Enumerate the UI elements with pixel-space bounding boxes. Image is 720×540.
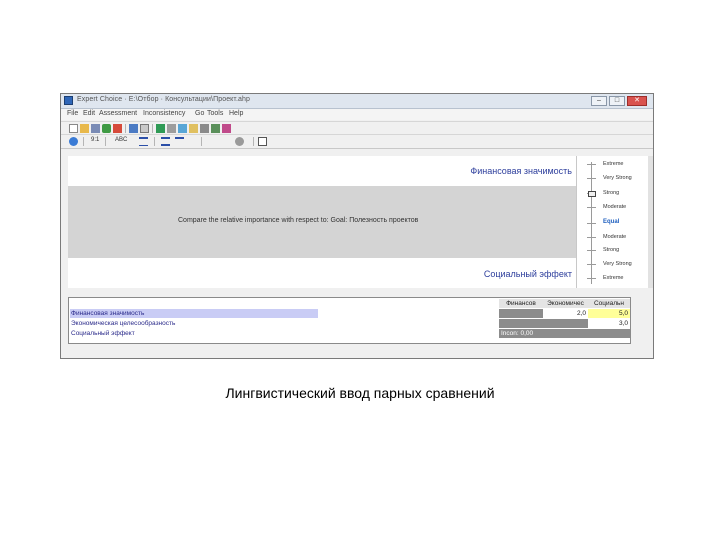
bottom-criterion-area[interactable]: Социальный эффект (68, 258, 576, 288)
scale-item-extreme-bottom[interactable]: Extreme (603, 275, 623, 281)
menu-bar: File Edit Assessment Inconsistency Go To… (61, 109, 653, 120)
matrix-cell-lower (499, 319, 543, 328)
arrow-icon[interactable] (211, 124, 220, 133)
matrix-cell-lower (543, 329, 588, 338)
comparison-matrix: Финансов Экономичес Социальн Финансовая … (68, 297, 631, 344)
matrix-cell-diagonal (499, 309, 543, 318)
menu-edit[interactable]: Edit (83, 110, 95, 117)
matrix-row-label[interactable]: Финансовая значимость (71, 309, 144, 318)
inconsistency-readout: Incon: 0,00 (499, 329, 543, 338)
pin-icon[interactable] (222, 124, 231, 133)
vertical-scrollbar[interactable] (648, 156, 653, 288)
window-title: Expert Choice · E:\Отбор · Консультации\… (77, 96, 250, 103)
verbal-mode-button[interactable]: ABC (115, 137, 127, 143)
slide-caption: Лингвистический ввод парных сравнений (225, 385, 495, 401)
scale-item-strong-bottom[interactable]: Strong (603, 247, 619, 253)
preview-icon[interactable] (140, 124, 149, 133)
scale-item-moderate-bottom[interactable]: Moderate (603, 234, 626, 240)
grid-icon[interactable] (156, 124, 165, 133)
scale-slider-thumb[interactable] (588, 191, 596, 197)
scale-tick (587, 264, 596, 265)
comparison-toolbar: 9:1 ABC (61, 134, 653, 149)
toolbar-separator (253, 137, 254, 146)
toolbar-separator (125, 124, 126, 133)
toolbar-separator (154, 137, 155, 146)
numerical-mode-button[interactable]: 9:1 (91, 137, 99, 143)
maximize-button[interactable]: □ (609, 96, 625, 106)
scale-tick (587, 278, 596, 279)
open-folder-icon[interactable] (80, 124, 89, 133)
menu-help[interactable]: Help (229, 110, 243, 117)
scale-tick (587, 250, 596, 251)
matrix-column-header[interactable]: Социальн (588, 299, 630, 308)
main-toolbar (61, 121, 653, 134)
key-icon[interactable] (189, 124, 198, 133)
matrix-cell-selected[interactable]: 5,0 (588, 309, 630, 318)
top-criterion-area[interactable]: Финансовая значимость (68, 156, 576, 186)
comparison-prompt-band: Compare the relative importance with res… (68, 186, 576, 258)
link-icon[interactable] (69, 137, 78, 146)
toolbar-separator (105, 137, 106, 146)
toolbar-separator (201, 137, 202, 146)
scale-item-extreme-top[interactable]: Extreme (603, 161, 623, 167)
app-window: Expert Choice · E:\Отбор · Консультации\… (60, 93, 654, 359)
menu-go[interactable]: Go (195, 110, 204, 117)
matrix-row-label[interactable]: Социальный эффект (71, 329, 135, 338)
check-icon[interactable] (102, 124, 111, 133)
scale-tick (587, 223, 596, 224)
scale-item-equal[interactable]: Equal (603, 219, 619, 225)
title-bar: Expert Choice · E:\Отбор · Консультации\… (61, 94, 653, 109)
questionnaire-icon[interactable] (161, 137, 170, 146)
scale-tick (587, 207, 596, 208)
verbal-scale: Extreme Very Strong Strong Moderate Equa… (576, 156, 649, 288)
matrix-view-icon[interactable] (175, 137, 184, 146)
invert-icon[interactable] (235, 137, 244, 146)
app-icon (64, 96, 73, 105)
matrix-cell-diagonal (543, 319, 588, 328)
menu-assessment[interactable]: Assessment (99, 110, 137, 117)
save-icon[interactable] (91, 124, 100, 133)
toolbar-separator (152, 124, 153, 133)
close-model-icon[interactable] (113, 124, 122, 133)
scale-tick (587, 164, 596, 165)
scale-item-strong-top[interactable]: Strong (603, 190, 619, 196)
graphical-mode-icon[interactable] (139, 137, 148, 146)
matrix-cell[interactable]: 3,0 (588, 319, 630, 328)
verbal-comparison-pane: Финансовая значимость Compare the relati… (68, 156, 576, 288)
matrix-column-header[interactable]: Финансов (499, 299, 543, 308)
chart-icon[interactable] (178, 124, 187, 133)
scale-item-very-strong-top[interactable]: Very Strong (603, 175, 632, 181)
tree-icon[interactable] (167, 124, 176, 133)
comparison-prompt: Compare the relative importance with res… (178, 217, 419, 224)
menu-tools[interactable]: Tools (207, 110, 223, 117)
toolbar-separator (83, 137, 84, 146)
table-icon[interactable] (258, 137, 267, 146)
matrix-column-header[interactable]: Экономичес (543, 299, 588, 308)
close-button[interactable]: ✕ (627, 96, 647, 106)
matrix-cell[interactable]: 2,0 (543, 309, 588, 318)
minimize-button[interactable]: – (591, 96, 607, 106)
matrix-cell-diagonal (588, 329, 630, 338)
menu-file[interactable]: File (67, 110, 78, 117)
bottom-criterion-label: Социальный эффект (483, 269, 572, 279)
matrix-row-label[interactable]: Экономическая целесообразность (71, 319, 175, 328)
scale-tick (587, 178, 596, 179)
scale-item-moderate-top[interactable]: Moderate (603, 204, 626, 210)
new-file-icon[interactable] (69, 124, 78, 133)
top-criterion-label: Финансовая значимость (470, 166, 572, 176)
print-icon[interactable] (129, 124, 138, 133)
settings-icon[interactable] (200, 124, 209, 133)
scale-item-very-strong-bottom[interactable]: Very Strong (603, 261, 632, 267)
menu-inconsistency[interactable]: Inconsistency (143, 110, 185, 117)
scale-tick (587, 237, 596, 238)
